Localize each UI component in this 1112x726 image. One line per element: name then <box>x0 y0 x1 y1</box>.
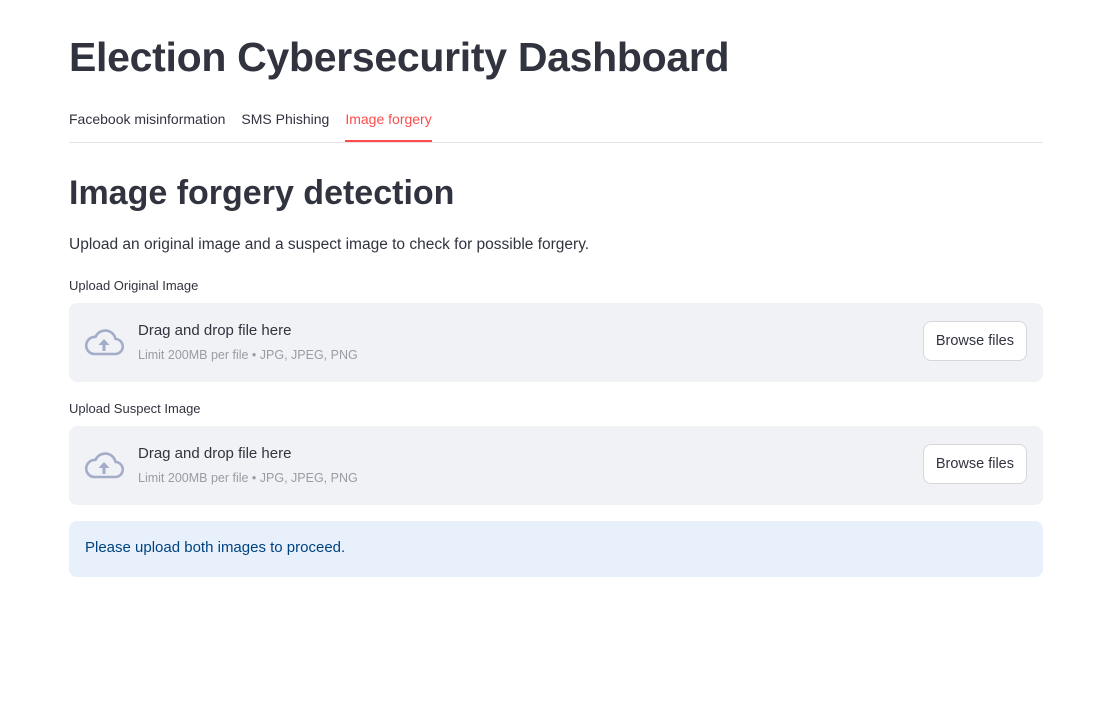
original-image-limit-text: Limit 200MB per file • JPG, JPEG, PNG <box>138 348 358 362</box>
tab-facebook-misinformation[interactable]: Facebook misinformation <box>69 104 225 141</box>
page-title: Election Cybersecurity Dashboard <box>69 34 730 80</box>
original-image-label: Upload Original Image <box>69 278 199 293</box>
original-image-drop-text: Drag and drop file here <box>138 322 292 339</box>
original-image-browse-button[interactable]: Browse files <box>922 321 1027 361</box>
suspect-image-dropzone[interactable]: Drag and drop file here Limit 200MB per … <box>69 426 1043 505</box>
original-image-dropzone[interactable]: Drag and drop file here Limit 200MB per … <box>69 303 1043 382</box>
cloud-upload-icon <box>84 329 124 356</box>
info-message: Please upload both images to proceed. <box>85 539 346 556</box>
suspect-image-drop-text: Drag and drop file here <box>138 445 292 462</box>
suspect-image-browse-button[interactable]: Browse files <box>922 444 1027 484</box>
info-alert: Please upload both images to proceed. <box>69 521 1043 577</box>
tab-bar: Facebook misinformation SMS Phishing Ima… <box>69 104 1043 143</box>
tab-sms-phishing[interactable]: SMS Phishing <box>241 104 329 141</box>
tab-image-forgery[interactable]: Image forgery <box>345 104 433 142</box>
section-description: Upload an original image and a suspect i… <box>69 236 590 253</box>
cloud-upload-icon <box>84 452 124 479</box>
page: Election Cybersecurity Dashboard Faceboo… <box>0 0 1112 726</box>
suspect-image-label: Upload Suspect Image <box>69 401 201 416</box>
section-title: Image forgery detection <box>69 174 455 212</box>
suspect-image-limit-text: Limit 200MB per file • JPG, JPEG, PNG <box>138 471 358 485</box>
